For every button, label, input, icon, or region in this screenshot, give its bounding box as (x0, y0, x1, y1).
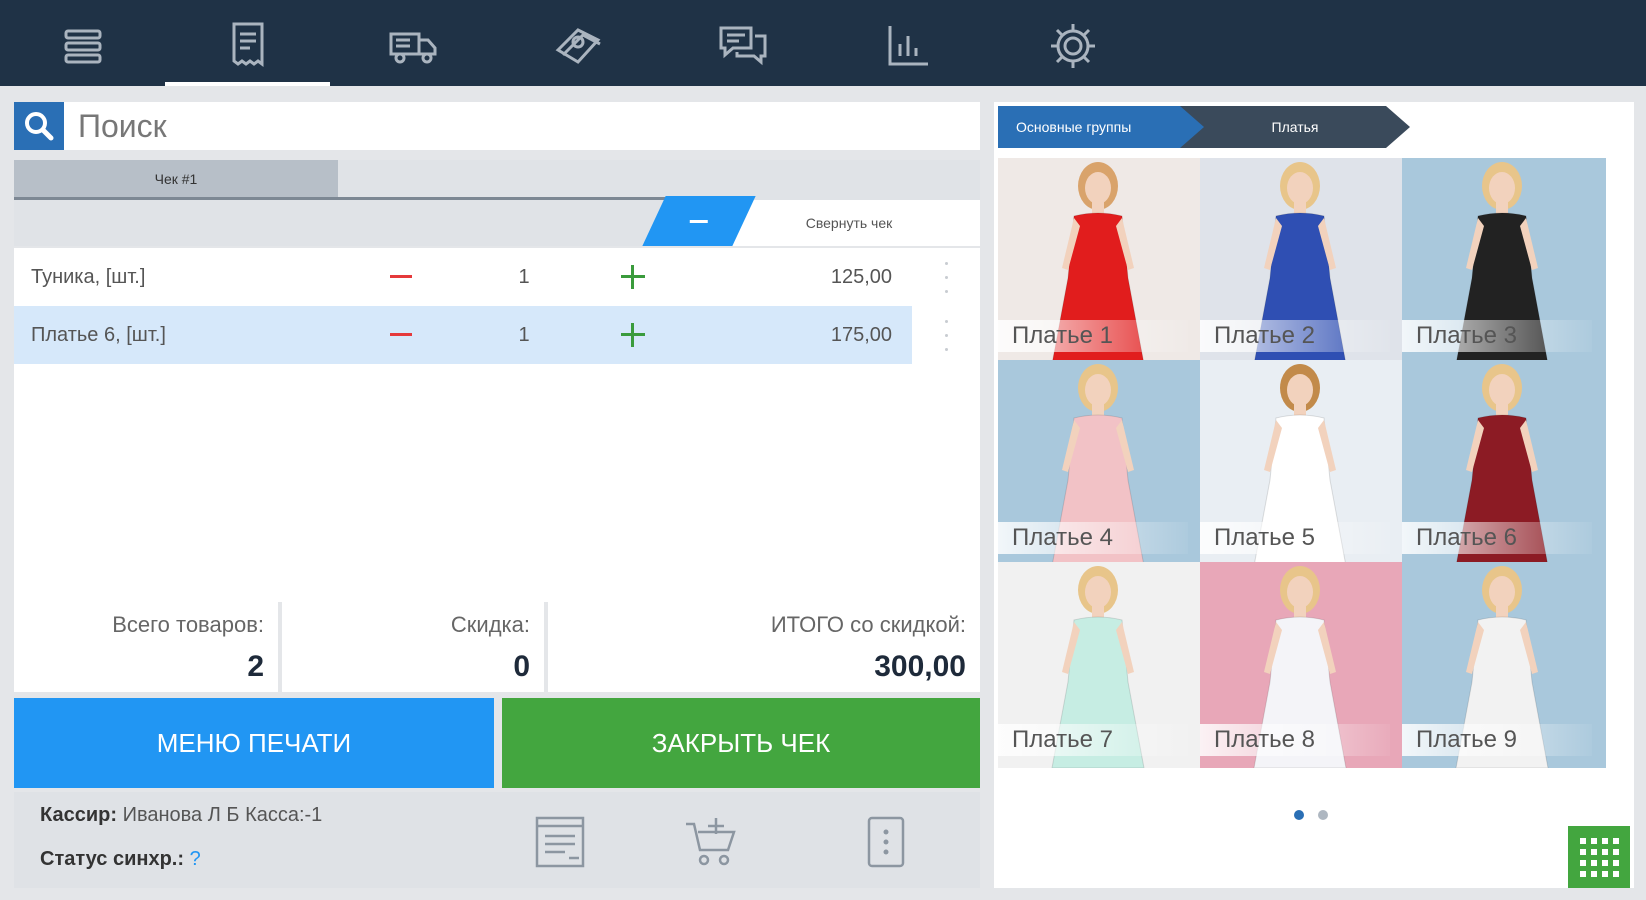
discount-cell: Скидка: 0 (282, 602, 544, 692)
product-label: Платье 8 (1200, 724, 1390, 756)
product-label: Платье 2 (1200, 320, 1390, 352)
pagination-dots (1294, 810, 1328, 820)
product-tile[interactable]: Платье 5 (1200, 360, 1404, 566)
product-catalog-panel: Основные группы Платья Платье 1 Платье 2 П… (994, 102, 1634, 888)
search-bar (14, 102, 980, 150)
total-items-value: 2 (247, 650, 264, 683)
item-price: 125,00 (830, 265, 892, 288)
add-to-cart-icon[interactable] (680, 812, 740, 872)
receipt-list-icon[interactable] (530, 812, 590, 872)
delivery-truck-icon[interactable] (330, 6, 495, 86)
chat-icon[interactable] (660, 6, 825, 86)
settings-gear-icon[interactable] (990, 6, 1155, 86)
sync-status-line: Статус синхр.: ? (40, 848, 201, 871)
increase-quantity-button[interactable] (621, 323, 645, 347)
product-tile[interactable]: Платье 1 (998, 158, 1202, 364)
grand-total-label: ИТОГО со скидкой: (770, 612, 966, 637)
totals-panel: Всего товаров: 2 Скидка: 0 ИТОГО со скид… (14, 602, 980, 692)
product-label: Платье 3 (1402, 320, 1592, 352)
collapse-receipt-label[interactable]: Свернуть чек (774, 200, 924, 246)
sync-status-help-icon[interactable]: ? (190, 848, 201, 870)
product-tile[interactable]: Платье 3 (1402, 158, 1606, 364)
product-tile[interactable]: Платье 9 (1402, 562, 1606, 768)
discount-value: 0 (513, 650, 530, 683)
product-label: Платье 1 (998, 320, 1188, 352)
decrease-quantity-button[interactable] (390, 333, 412, 336)
search-input[interactable] (64, 102, 964, 150)
item-quantity: 1 (518, 323, 530, 346)
row-background (14, 248, 912, 306)
increase-quantity-button[interactable] (621, 265, 645, 289)
product-label: Платье 7 (998, 724, 1188, 756)
product-tile[interactable]: Платье 6 (1402, 360, 1606, 566)
receipt-item-row[interactable]: Платье 6, [шт.] 1 175,00 (14, 306, 980, 364)
close-receipt-button[interactable]: ЗАКРЫТЬ ЧЕК (502, 698, 980, 788)
status-footer: Кассир: Иванова Л Б Касса:-1 Статус синх… (14, 792, 980, 888)
product-tile[interactable]: Платье 7 (998, 562, 1202, 768)
cashier-label: Кассир: (40, 804, 117, 826)
menu-icon[interactable] (0, 6, 165, 86)
item-name: Платье 6, [шт.] (31, 323, 166, 346)
receipt-item-row[interactable]: Туника, [шт.] 1 125,00 (14, 248, 980, 306)
cashier-value: Иванова Л Б Касса:-1 (122, 804, 323, 826)
discount-label: Скидка: (450, 612, 530, 637)
total-items-cell: Всего товаров: 2 (14, 602, 278, 692)
product-label: Платье 9 (1402, 724, 1592, 756)
item-name: Туника, [шт.] (31, 265, 146, 288)
item-more-menu-icon[interactable] (926, 256, 966, 298)
item-more-menu-icon[interactable] (926, 314, 966, 356)
collapse-row-background (14, 200, 664, 246)
breadcrumb-current[interactable]: Платья (1180, 106, 1410, 148)
page-dot-1[interactable] (1294, 810, 1304, 820)
total-items-label: Всего товаров: (112, 612, 264, 637)
more-options-icon[interactable] (856, 812, 916, 872)
product-label: Платье 4 (998, 522, 1188, 554)
tab-receipt-1[interactable]: Чек #1 (14, 160, 338, 200)
receipt-icon[interactable] (165, 6, 330, 86)
bar-chart-icon[interactable] (825, 6, 990, 86)
item-price: 175,00 (830, 323, 892, 346)
item-quantity: 1 (518, 265, 530, 288)
product-tile[interactable]: Платье 2 (1200, 158, 1404, 364)
product-tile[interactable]: Платье 4 (998, 360, 1202, 566)
breadcrumb-root[interactable]: Основные группы (998, 106, 1208, 148)
keypad-icon[interactable] (1568, 826, 1630, 888)
minus-icon (690, 219, 708, 223)
grand-total-value: 300,00 (874, 650, 966, 683)
sync-status-label: Статус синхр.: (40, 848, 185, 870)
top-navigation-bar (0, 0, 1646, 86)
search-icon[interactable] (14, 102, 64, 150)
collapse-row: Свернуть чек (14, 196, 980, 246)
receipt-items-list: Туника, [шт.] 1 125,00 Платье 6, [шт.] 1… (14, 248, 980, 602)
money-icon[interactable] (495, 6, 660, 86)
print-menu-button[interactable]: МЕНЮ ПЕЧАТИ (14, 698, 494, 788)
product-label: Платье 6 (1402, 522, 1592, 554)
receipt-tabs: Чек #1 (14, 160, 980, 200)
product-tile[interactable]: Платье 8 (1200, 562, 1404, 768)
grand-total-cell: ИТОГО со скидкой: 300,00 (548, 602, 980, 692)
cashier-line: Кассир: Иванова Л Б Касса:-1 (40, 804, 322, 827)
product-label: Платье 5 (1200, 522, 1390, 554)
decrease-quantity-button[interactable] (390, 275, 412, 278)
page-dot-2[interactable] (1318, 810, 1328, 820)
